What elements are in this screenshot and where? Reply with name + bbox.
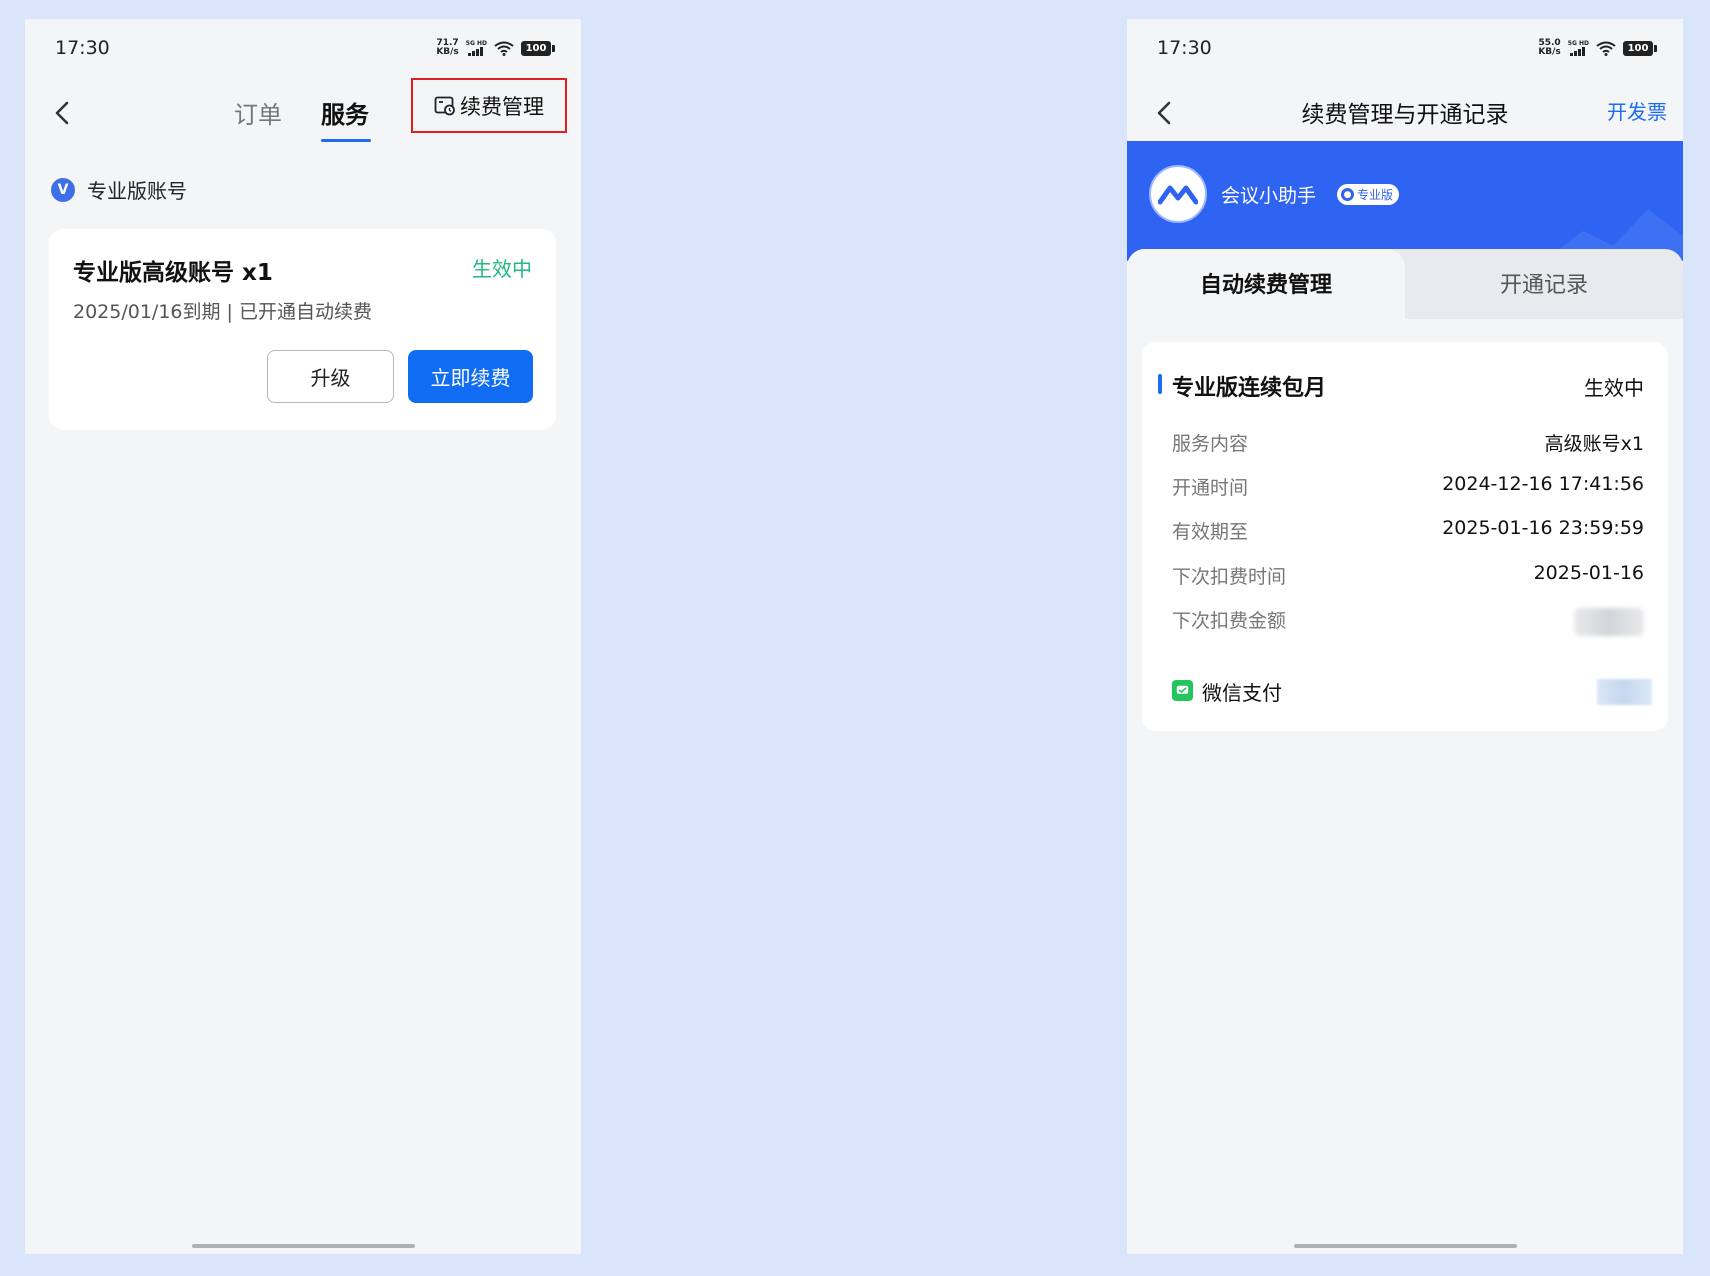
- detail-row-valid-until: 有效期至 2025-01-16 23:59:59: [1172, 517, 1644, 543]
- payment-method-label: 微信支付: [1202, 681, 1282, 705]
- section-title: 专业版账号: [87, 179, 187, 203]
- plan-title: 专业版连续包月: [1172, 376, 1327, 401]
- pro-badge-icon: ●: [1341, 188, 1354, 201]
- service-screen: 17:30 71.7 KB/s 5G HD 100 订单 服务 续费管理 V 专…: [25, 19, 581, 1254]
- app-logo-icon: [1149, 165, 1207, 223]
- tab-auto-renewal[interactable]: 自动续费管理: [1127, 267, 1405, 299]
- redacted-amount: [1574, 608, 1644, 636]
- home-indicator[interactable]: [192, 1244, 415, 1248]
- status-badge: 生效中: [472, 257, 532, 281]
- status-time: 17:30: [55, 37, 110, 59]
- plan-status: 生效中: [1584, 376, 1644, 400]
- network-speed: 71.7 KB/s: [436, 38, 459, 57]
- status-icons: 55.0 KB/s 5G HD 100: [1538, 38, 1657, 57]
- account-expiry-info: 2025/01/16到期 | 已开通自动续费: [73, 301, 372, 323]
- tab-orders[interactable]: 订单: [234, 95, 282, 130]
- tab-activation-records[interactable]: 开通记录: [1405, 267, 1683, 299]
- subscription-card: 专业版连续包月 生效中 服务内容 高级账号x1 开通时间 2024-12-16 …: [1142, 342, 1668, 731]
- renewal-management-label: 续费管理: [460, 94, 544, 119]
- detail-row-service: 服务内容 高级账号x1: [1172, 433, 1644, 455]
- network-speed: 55.0 KB/s: [1538, 38, 1561, 57]
- detail-row-activation-time: 开通时间 2024-12-16 17:41:56: [1172, 473, 1644, 499]
- signal-icon: 5G HD: [466, 40, 487, 56]
- wifi-icon: [494, 41, 514, 56]
- issue-invoice-link[interactable]: 开发票: [1607, 96, 1667, 125]
- pro-v-badge-icon: V: [51, 177, 75, 202]
- battery-icon: 100: [1623, 40, 1657, 56]
- pro-badge-label: 专业版: [1357, 188, 1394, 202]
- pro-edition-badge: ● 专业版: [1337, 184, 1400, 205]
- status-bar: 17:30 55.0 KB/s 5G HD 100: [1127, 19, 1683, 79]
- account-section-header: V 专业版账号: [51, 175, 187, 204]
- renewal-management-link[interactable]: 续费管理: [411, 78, 567, 133]
- renewal-icon: [434, 96, 455, 115]
- detail-row-next-charge-amount: 下次扣费金额: [1172, 606, 1644, 636]
- page-title: 续费管理与开通记录: [1301, 102, 1509, 128]
- app-banner: 会议小助手 ● 专业版: [1127, 141, 1683, 261]
- redacted-payment-account: [1597, 679, 1652, 705]
- renew-now-button[interactable]: 立即续费: [408, 350, 533, 403]
- wifi-icon: [1596, 41, 1616, 56]
- wechat-pay-icon: [1172, 680, 1193, 701]
- detail-row-next-charge-date: 下次扣费时间 2025-01-16: [1172, 562, 1644, 588]
- account-title: 专业版高级账号 x1: [73, 260, 273, 286]
- account-card: 专业版高级账号 x1 生效中 2025/01/16到期 | 已开通自动续费 升级…: [49, 229, 556, 430]
- payment-method-row: 微信支付: [1172, 677, 1652, 707]
- back-arrow-icon[interactable]: [47, 93, 79, 133]
- renewal-records-screen: 17:30 55.0 KB/s 5G HD 100 续费管理与开通记录 开发票 …: [1127, 19, 1683, 1254]
- signal-icon: 5G HD: [1568, 40, 1589, 56]
- status-icons: 71.7 KB/s 5G HD 100: [436, 38, 555, 57]
- title-accent-bar: [1158, 374, 1162, 394]
- home-indicator[interactable]: [1294, 1244, 1517, 1248]
- app-name: 会议小助手: [1221, 185, 1317, 207]
- active-tab-indicator: [321, 139, 371, 142]
- status-bar: 17:30 71.7 KB/s 5G HD 100: [25, 19, 581, 79]
- status-time: 17:30: [1157, 37, 1212, 59]
- tab-service[interactable]: 服务: [321, 95, 369, 130]
- segment-tabs: 自动续费管理 开通记录: [1127, 249, 1683, 323]
- upgrade-button[interactable]: 升级: [267, 350, 394, 403]
- battery-icon: 100: [521, 40, 555, 56]
